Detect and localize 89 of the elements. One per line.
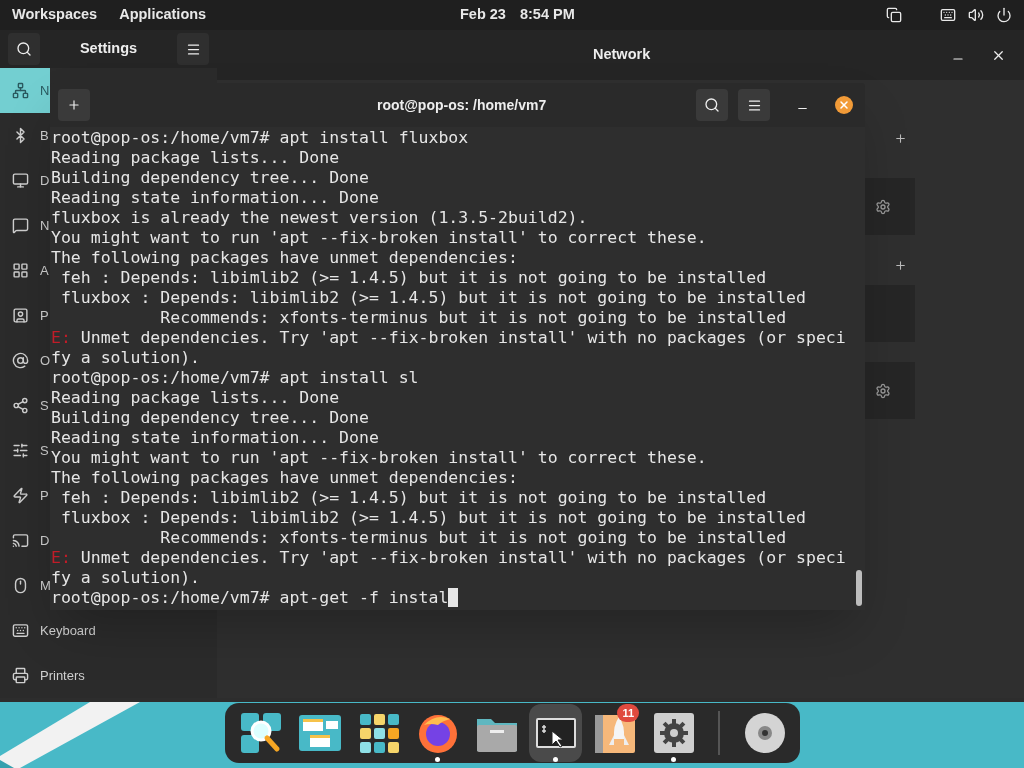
terminal-line: You might want to run 'apt --fix-broken install' to correct these. [51,448,708,468]
terminal-line: Reading state information... Done [51,188,380,208]
dock-item[interactable] [529,704,583,762]
search-icon [16,41,32,57]
sidebar-item[interactable]: S [0,428,50,473]
sidebar-icon [12,172,29,189]
terminal-line: root@pop-os:/home/vm7# apt install fluxbox [51,128,470,148]
terminal-line: Recommends: xfonts-terminus but it is not going to be installed [159,308,788,328]
search-button[interactable] [8,33,40,65]
sidebar-item[interactable]: D [0,158,50,203]
terminal-line: Building dependency tree... Done [51,168,370,188]
scrollbar [856,570,862,606]
terminal-line: feh : Depends: libimlib2 (>= 1.4.5) but it is not going to be installed [59,268,768,288]
terminal-line: Reading state information... Done [51,428,380,448]
terminal-line: The following packages have unmet dependencies: [51,468,519,488]
clock-label[interactable]: 8:54 PM [519,4,575,26]
sidebar-icon [12,487,29,504]
settings-icon [651,711,696,755]
search-icon [704,97,720,113]
settings-icon[interactable] [875,382,891,399]
settings-icon[interactable] [875,198,891,215]
terminal-line: fy a solution). [51,348,201,368]
sidebar-item[interactable]: Printers [0,653,217,698]
sidebar-item[interactable]: M [0,563,50,608]
terminal-line: Recommends: xfonts-terminus but it is not going to be installed [159,528,788,548]
sidebar-icon [12,577,29,594]
sidebar-icon [12,442,29,459]
terminal-line: fluxbox : Depends: libimlib2 (>= 1.4.5) but it is not going to be installed [59,508,807,528]
workspaces-menu[interactable]: Workspaces [12,4,98,26]
date-label[interactable]: Feb 23 [460,4,506,26]
menu-icon [185,41,201,57]
terminal-line: root@pop-os:/home/vm7# apt install sl [51,368,420,388]
terminal-line: E: Unmet dependencies. Try 'apt --fix-broken install' with no packages (or speci [51,548,847,568]
search-button[interactable] [696,89,728,121]
sidebar-item[interactable]: P [0,473,50,518]
power-icon[interactable] [996,7,1012,23]
sidebar-icon [12,82,29,99]
settings-title: Settings [78,39,139,59]
terminal-line: fy a solution). [51,568,201,588]
terminal-line: Reading package lists... Done [51,388,341,408]
sidebar-item[interactable]: O [0,338,50,383]
sidebar-item[interactable]: N [0,203,50,248]
terminal-line: fluxbox : Depends: libimlib2 (>= 1.4.5) but it is not going to be installed [59,288,807,308]
terminal-line: root@pop-os:/home/vm7# apt-get -f instal [51,588,459,608]
sidebar-item[interactable]: P [0,293,50,338]
menu-button[interactable] [738,89,770,121]
menu-button[interactable] [177,33,209,65]
keyboard-icon[interactable] [940,7,956,23]
sidebar-item[interactable]: Keyboard [0,608,217,653]
sidebar-item[interactable]: B [0,113,50,158]
search-icon [238,711,283,755]
sidebar-icon [12,217,29,234]
close-button[interactable] [835,96,853,114]
volume-icon[interactable] [968,7,984,23]
sidebar-icon [12,622,29,639]
terminal-line: The following packages have unmet dependencies: [51,248,519,268]
terminal-line: feh : Depends: libimlib2 (>= 1.4.5) but it is not going to be installed [59,488,768,508]
applications-menu[interactable]: Applications [119,4,207,26]
running-indicator [671,757,677,762]
sidebar-icon [12,352,29,369]
sidebar-item[interactable]: S [0,383,50,428]
sidebar-icon [12,397,29,414]
terminal-line: Building dependency tree... Done [51,408,370,428]
display-icon[interactable] [886,7,902,23]
running-indicator [553,757,559,762]
sidebar-icon [12,532,29,549]
sidebar-icon [12,307,29,324]
plus-icon [67,98,81,112]
network-title: Network [593,45,651,65]
sidebar-item[interactable]: N [0,68,50,113]
sidebar-icon [12,262,29,279]
close-icon [838,99,850,111]
disc-icon [742,711,787,755]
terminal-line: fluxbox is already the newest version (1.3.5-2build2). [51,208,589,228]
terminal-line: Reading package lists... Done [51,148,341,168]
terminal-line: You might want to run 'apt --fix-broken install' to correct these. [51,228,708,248]
notification-badge: 11 [617,704,640,722]
new-tab-button[interactable] [58,89,90,121]
menu-icon [746,97,762,113]
dock-item[interactable]: 11 [588,704,642,762]
terminal-title: root@pop-os: /home/vm7 [377,95,547,115]
sidebar-item[interactable]: A [0,248,50,293]
cursor [448,588,459,607]
sidebar-item[interactable]: D [0,518,50,563]
add-icon[interactable] [894,258,907,272]
terminal-line: E: Unmet dependencies. Try 'apt --fix-broken install' with no packages (or speci [51,328,847,348]
add-icon[interactable] [894,131,907,145]
sidebar-icon [12,667,29,684]
running-indicator [435,757,441,762]
